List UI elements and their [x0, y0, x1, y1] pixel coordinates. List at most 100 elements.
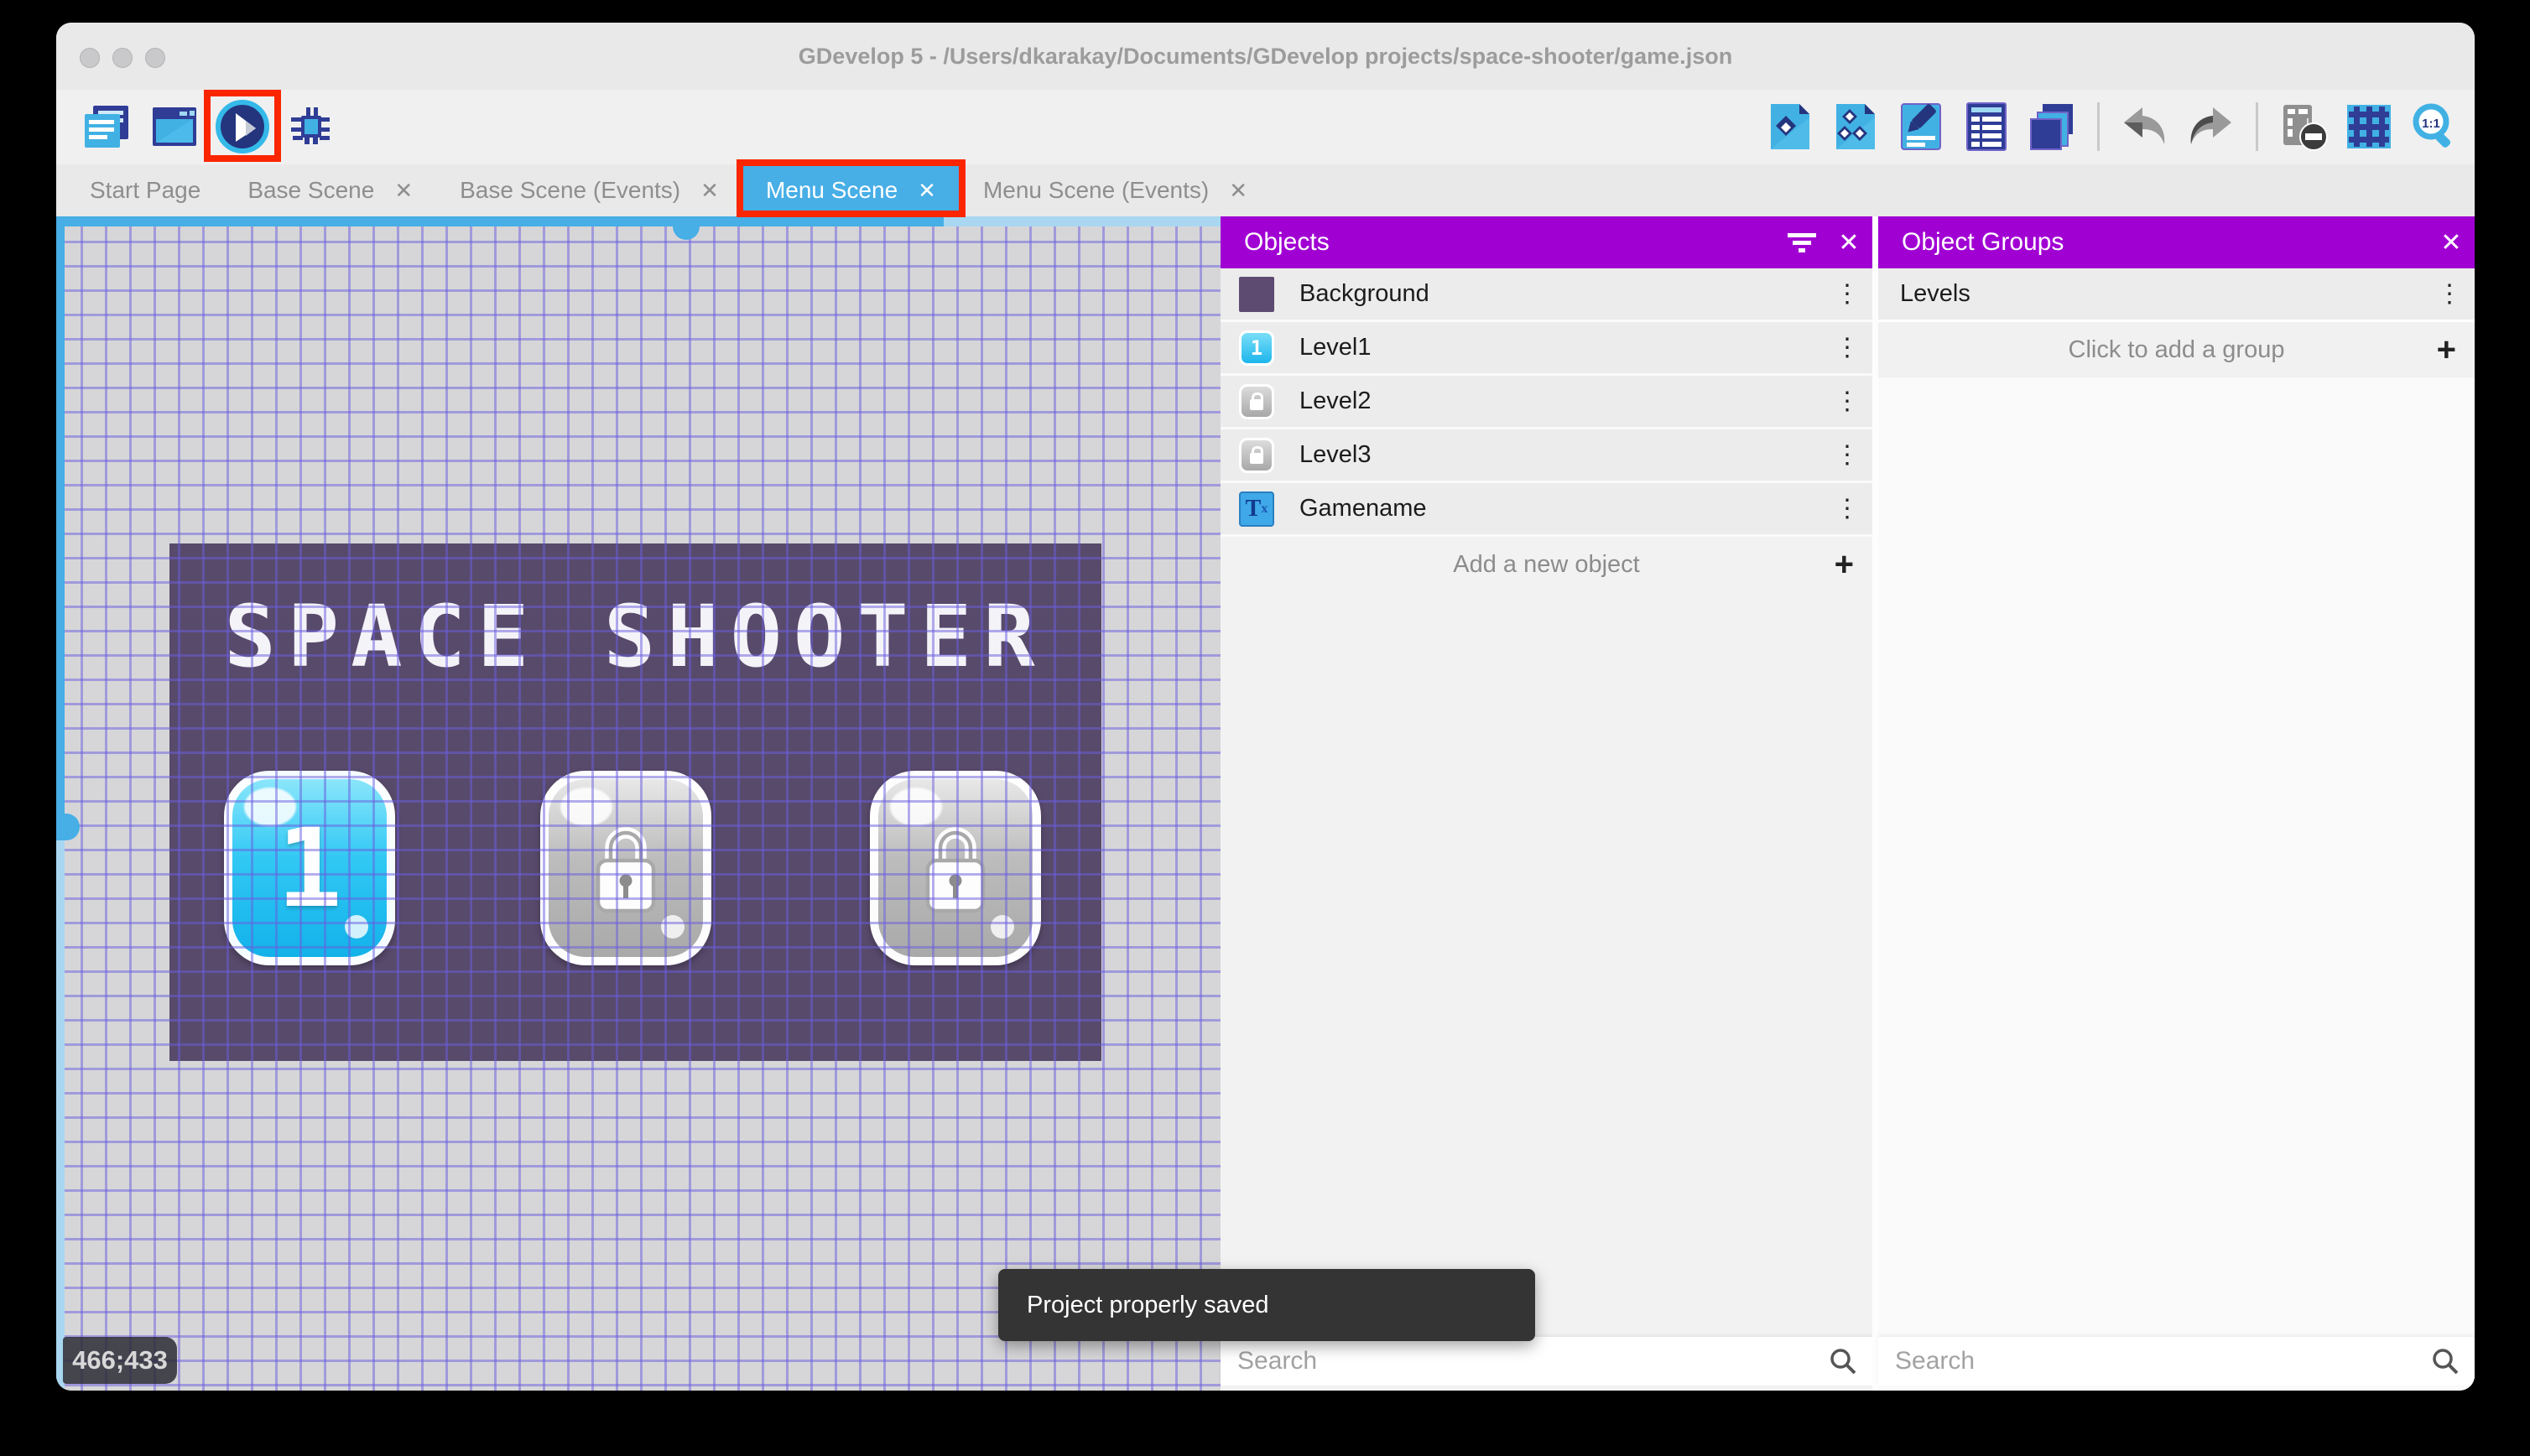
instances-list-icon — [1965, 101, 2008, 153]
object-name: Background — [1299, 280, 1429, 307]
window-title: GDevelop 5 - /Users/dkarakay/Documents/G… — [798, 44, 1733, 69]
add-group-row[interactable]: Click to add a group + — [1878, 322, 2475, 377]
tab-bar: Start Page Base Scene ✕ Base Scene (Even… — [56, 159, 2475, 217]
more-options-icon[interactable]: ⋮ — [1822, 333, 1872, 362]
toggle-grid-button[interactable] — [2342, 100, 2396, 153]
search-icon[interactable] — [2431, 1347, 2460, 1375]
close-tab-icon[interactable]: ✕ — [918, 178, 936, 204]
objects-search-input[interactable] — [1237, 1347, 1829, 1375]
level1-button-instance[interactable]: 1 — [224, 771, 395, 965]
save-toast: Project properly saved — [998, 1269, 1535, 1341]
play-icon — [216, 100, 269, 153]
close-panel-icon[interactable]: ✕ — [1825, 216, 1872, 268]
tab-label: Base Scene — [247, 177, 375, 203]
menu-scene-background[interactable]: SPACE SHOOTER 1 — [169, 543, 1101, 1061]
open-layers-editor-button[interactable] — [2025, 100, 2079, 153]
vertical-scroll-knob[interactable] — [56, 814, 80, 840]
gdevelop-window: GDevelop 5 - /Users/dkarakay/Documents/G… — [56, 23, 2475, 1391]
objects-panel: Objects ✕ Background ⋮ 1 Level1 ⋮ Level2… — [1221, 216, 1872, 1391]
object-groups-panel: Object Groups ✕ Levels ⋮ Click to add a … — [1878, 216, 2475, 1391]
objects-panel-header: Objects ✕ — [1221, 216, 1872, 268]
object-groups-icon — [1833, 101, 1878, 153]
objects-list: Background ⋮ 1 Level1 ⋮ Level2 ⋮ Level3 … — [1221, 268, 1872, 592]
titlebar: GDevelop 5 - /Users/dkarakay/Documents/G… — [56, 23, 2475, 90]
more-options-icon[interactable]: ⋮ — [1822, 494, 1872, 523]
level2-button-instance[interactable] — [540, 771, 711, 965]
undo-button[interactable] — [2118, 100, 2172, 153]
cursor-coordinates-badge: 466;433 — [63, 1337, 177, 1384]
add-group-label: Click to add a group — [2068, 335, 2285, 363]
add-object-row[interactable]: Add a new object + — [1221, 537, 1872, 592]
horizontal-scrollbar[interactable] — [56, 216, 1221, 240]
toast-message: Project properly saved — [1027, 1291, 1269, 1318]
horizontal-scroll-knob[interactable] — [673, 216, 700, 240]
level3-button-instance[interactable] — [870, 771, 1041, 965]
close-tab-icon[interactable]: ✕ — [1229, 178, 1247, 204]
object-row-level1[interactable]: 1 Level1 ⋮ — [1221, 322, 1872, 376]
more-options-icon[interactable]: ⋮ — [1822, 387, 1872, 416]
toolbar: 1:1 — [56, 90, 2475, 164]
groups-search-input[interactable] — [1895, 1347, 2431, 1375]
redo-button[interactable] — [2184, 100, 2237, 153]
tab-menu-scene[interactable]: Menu Scene ✕ — [736, 159, 966, 217]
search-icon[interactable] — [1829, 1347, 1857, 1375]
vertical-scrollbar[interactable] — [56, 216, 80, 1391]
more-options-icon[interactable]: ⋮ — [1822, 440, 1872, 470]
scene-editor-button[interactable] — [148, 100, 201, 153]
group-name: Levels — [1900, 280, 1970, 307]
tab-base-scene[interactable]: Base Scene ✕ — [224, 164, 436, 216]
add-object-label: Add a new object — [1453, 550, 1640, 578]
redo-icon — [2184, 102, 2236, 151]
close-tab-icon[interactable]: ✕ — [394, 178, 413, 204]
more-options-icon[interactable]: ⋮ — [2424, 279, 2475, 309]
text-object-icon: Tx — [1239, 491, 1274, 527]
close-tab-icon[interactable]: ✕ — [700, 178, 719, 204]
plus-icon[interactable]: + — [2437, 333, 2456, 367]
horizontal-scrollbar-thumb[interactable] — [56, 216, 944, 226]
project-manager-button[interactable] — [80, 100, 133, 153]
tab-menu-scene-events[interactable]: Menu Scene (Events) ✕ — [960, 164, 1271, 216]
tab-label: Menu Scene — [765, 177, 898, 203]
groups-panel-header: Object Groups ✕ — [1878, 216, 2475, 268]
main-area: SPACE SHOOTER 1 466;433 Objects ✕ Backgr… — [56, 216, 2475, 1391]
background-thumbnail — [1239, 276, 1274, 312]
objects-search-row — [1221, 1337, 1872, 1386]
open-instances-list-button[interactable] — [1960, 100, 2013, 153]
lock-icon — [1250, 445, 1263, 464]
panel-divider[interactable] — [1872, 216, 1878, 1391]
tab-label: Base Scene (Events) — [460, 177, 681, 203]
object-row-level2[interactable]: Level2 ⋮ — [1221, 376, 1872, 429]
layers-icon — [2028, 101, 2076, 153]
tab-base-scene-events[interactable]: Base Scene (Events) ✕ — [436, 164, 742, 216]
tab-start-page[interactable]: Start Page — [66, 164, 224, 216]
object-row-gamename[interactable]: Tx Gamename ⋮ — [1221, 483, 1872, 537]
groups-list: Levels ⋮ Click to add a group + — [1878, 268, 2475, 377]
level1-digit: 1 — [276, 804, 343, 932]
scene-window-icon — [149, 102, 200, 151]
filter-icon[interactable] — [1778, 216, 1825, 268]
delete-instances-button[interactable] — [2277, 100, 2330, 153]
scene-canvas[interactable]: SPACE SHOOTER 1 466;433 — [56, 216, 1221, 1391]
delete-instances-icon — [2278, 101, 2329, 152]
more-options-icon[interactable]: ⋮ — [1822, 279, 1872, 309]
lock-icon — [1250, 392, 1263, 410]
debugger-button[interactable] — [284, 100, 337, 153]
open-object-groups-button[interactable] — [1829, 100, 1882, 153]
objects-panel-title: Objects — [1244, 228, 1330, 256]
zoom-original-button[interactable]: 1:1 — [2408, 100, 2461, 153]
zoom-ratio-label: 1:1 — [2422, 117, 2440, 131]
group-row-levels[interactable]: Levels ⋮ — [1878, 268, 2475, 322]
object-row-background[interactable]: Background ⋮ — [1221, 268, 1872, 322]
object-row-level3[interactable]: Level3 ⋮ — [1221, 429, 1872, 483]
play-button[interactable] — [204, 90, 281, 162]
toolbar-separator — [2256, 102, 2258, 151]
open-objects-editor-button[interactable] — [1763, 100, 1817, 153]
close-panel-icon[interactable]: ✕ — [2428, 216, 2475, 268]
open-properties-button[interactable] — [1894, 100, 1948, 153]
plus-icon[interactable]: + — [1835, 548, 1854, 581]
vertical-scrollbar-thumb[interactable] — [56, 216, 65, 826]
tab-label: Start Page — [90, 177, 201, 203]
tab-label: Menu Scene (Events) — [982, 177, 1210, 203]
groups-search-row — [1878, 1337, 2475, 1386]
scene-title-text[interactable]: SPACE SHOOTER — [169, 587, 1101, 687]
